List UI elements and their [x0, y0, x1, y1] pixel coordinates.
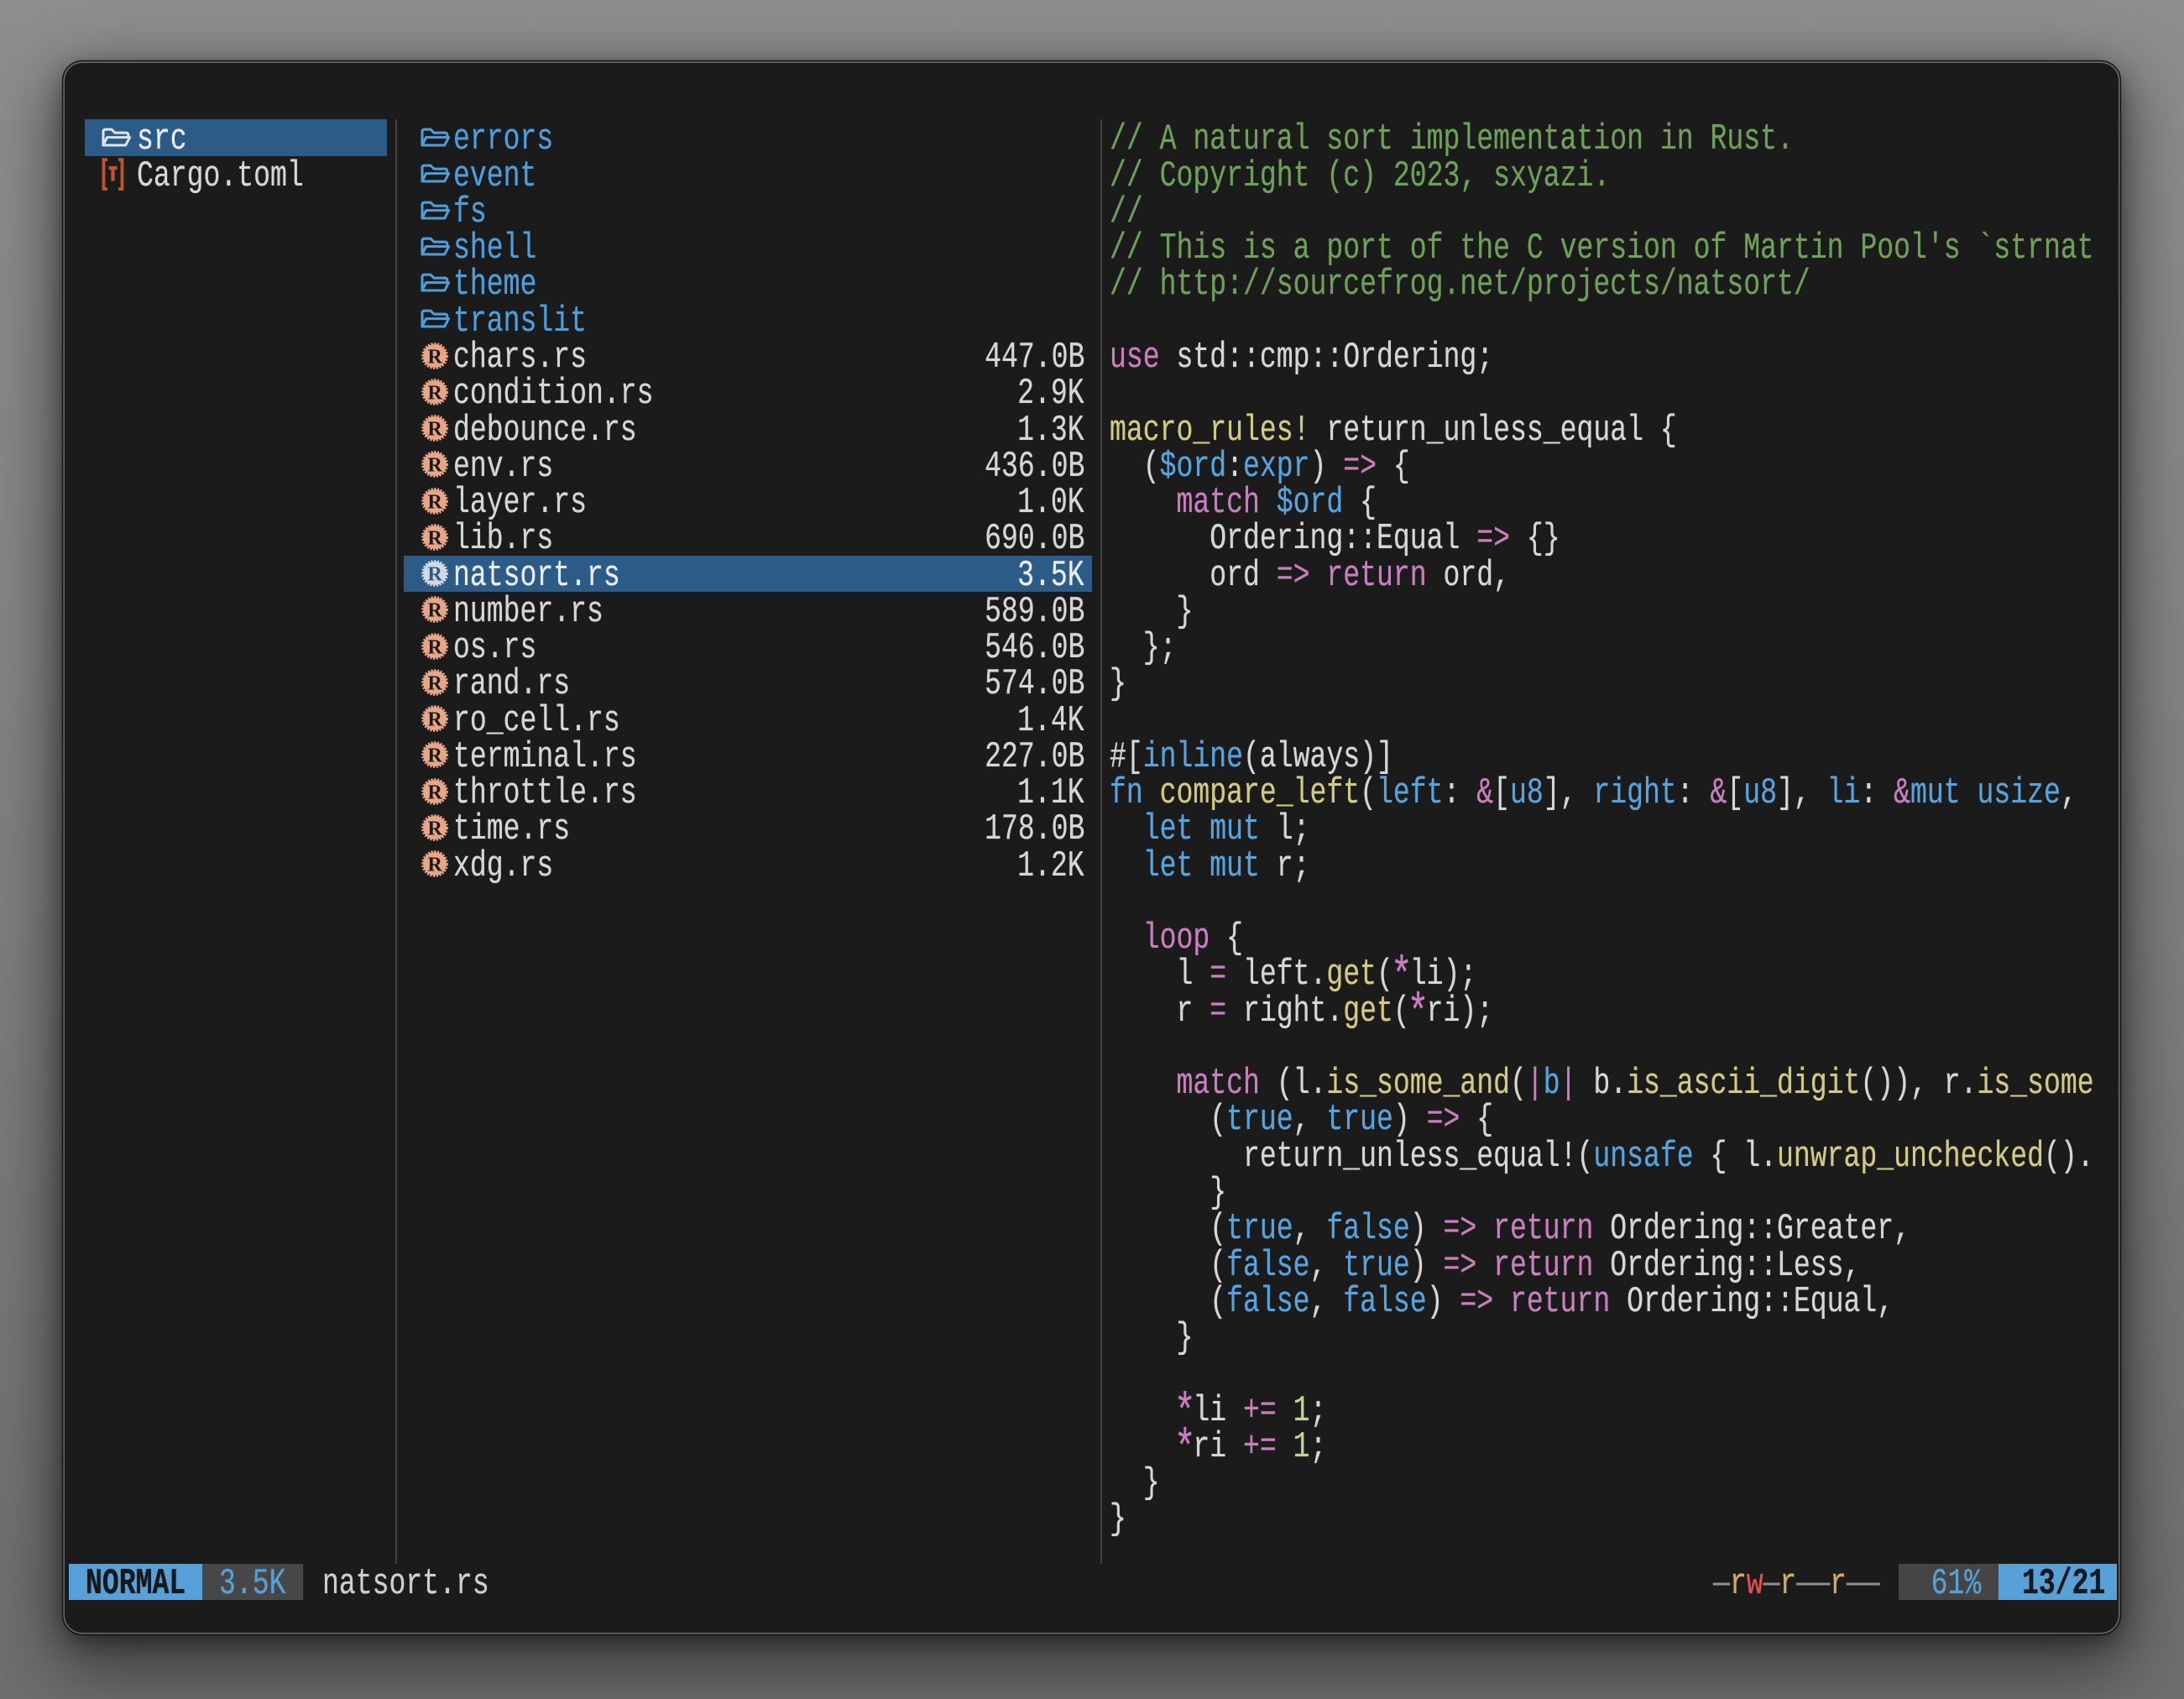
svg-text:R: R — [427, 491, 442, 513]
svg-text:R: R — [427, 419, 442, 441]
svg-text:R: R — [427, 855, 442, 876]
svg-text:R: R — [427, 455, 442, 477]
svg-text:R: R — [427, 600, 442, 622]
svg-text:R: R — [427, 672, 442, 694]
svg-text:R: R — [427, 527, 442, 549]
svg-text:R: R — [427, 636, 442, 658]
svg-text:R: R — [427, 818, 442, 840]
svg-text:R: R — [427, 382, 442, 404]
svg-text:R: R — [427, 782, 442, 803]
svg-text:R: R — [427, 745, 442, 767]
svg-text:R: R — [427, 346, 442, 368]
svg-text:R: R — [427, 564, 442, 586]
svg-text:R: R — [427, 709, 442, 731]
